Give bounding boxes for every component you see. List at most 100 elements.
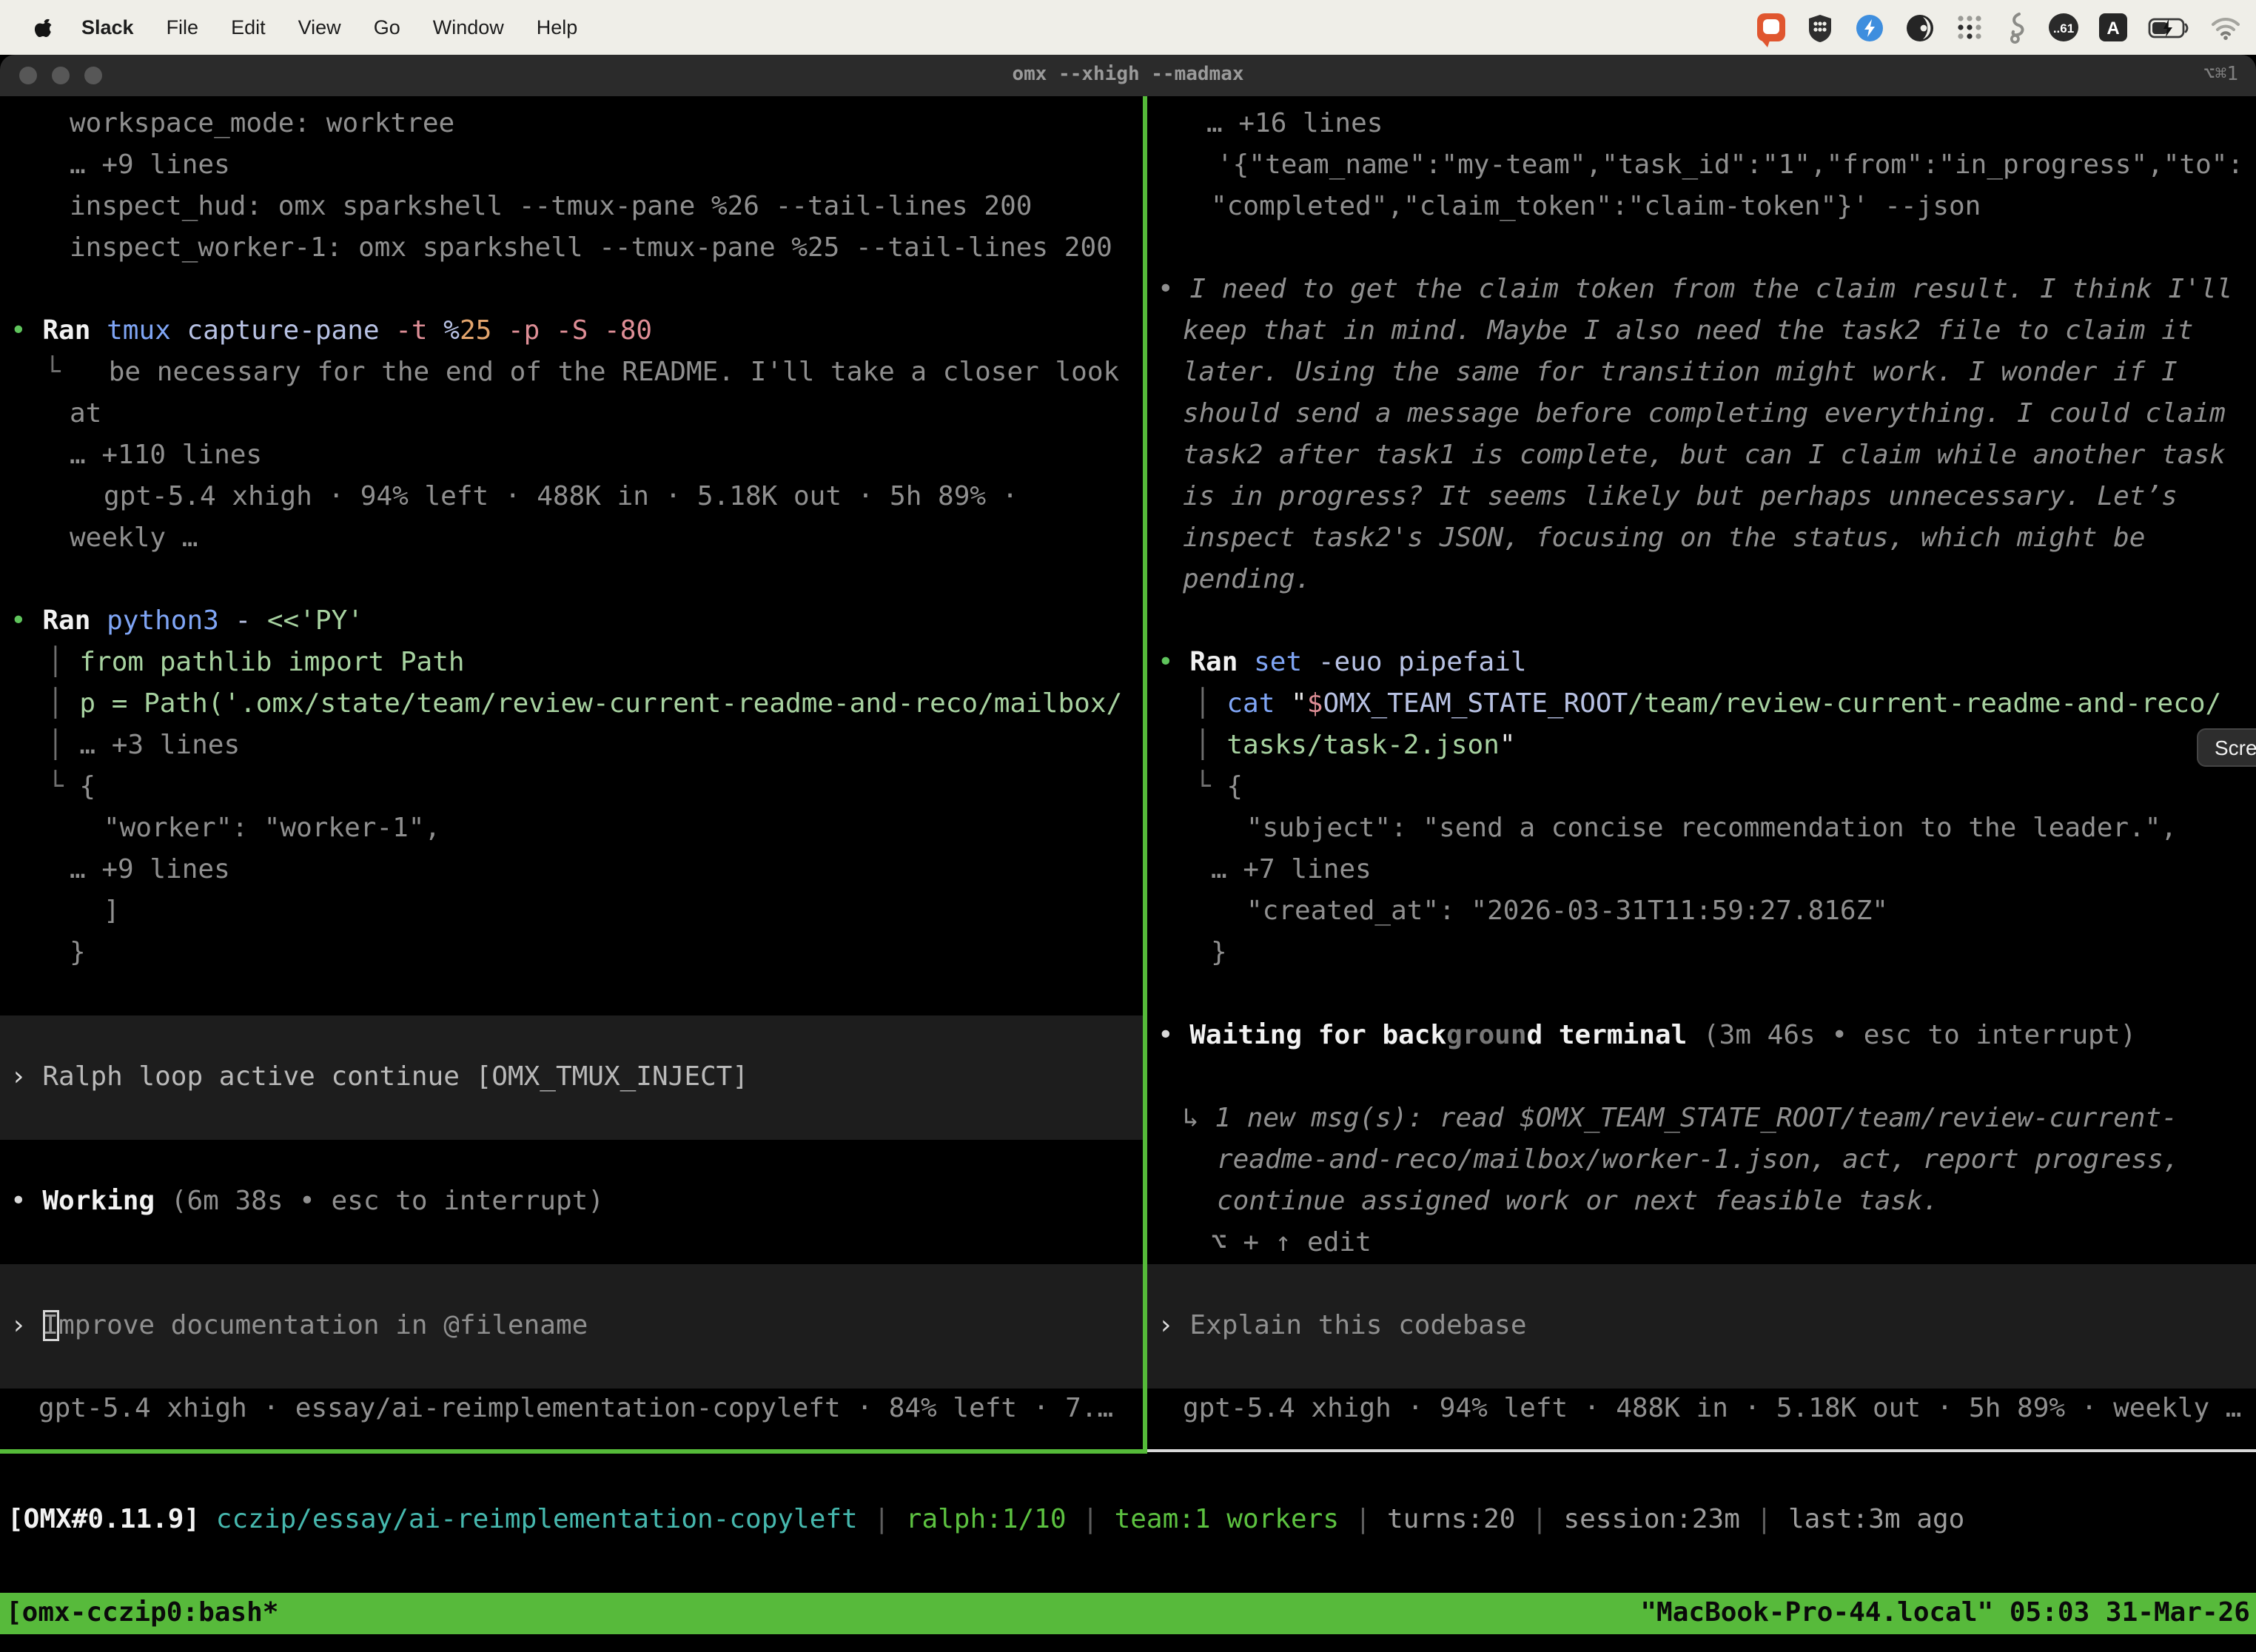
terminal-line: … +9 lines (0, 145, 1143, 187)
screen: Slack File Edit View Go Window Help (0, 0, 2256, 1652)
terminal-line (0, 1347, 1143, 1389)
terminal-line: … +7 lines (1147, 850, 2256, 891)
left-terminal-pane[interactable]: workspace_mode: worktree… +9 linesinspec… (0, 96, 1143, 1449)
terminal-line: … +16 lines (1147, 104, 2256, 145)
terminal-line: └ { (0, 767, 1143, 808)
terminal-line: workspace_mode: worktree (0, 104, 1143, 145)
prompt-input-line[interactable]: › Ralph loop active continue [OMX_TMUX_I… (0, 1057, 1143, 1098)
menu-item-window[interactable]: Window (433, 16, 504, 38)
right-pane-bottom-border (1147, 1449, 2256, 1452)
chat-app-icon[interactable] (1757, 13, 1785, 41)
active-app-menu[interactable]: Slack (81, 16, 134, 38)
terminal-line: │ cat "$OMX_TEAM_STATE_ROOT/team/review-… (1147, 684, 2256, 725)
terminal-line: • Ran set -euo pipefail (1147, 642, 2256, 684)
terminal-line: … +110 lines (0, 435, 1143, 477)
menu-item-help[interactable]: Help (537, 16, 578, 38)
input-source-icon[interactable]: A (2099, 13, 2127, 41)
terminal-line: gpt-5.4 xhigh · 94% left · 488K in · 5.1… (0, 477, 1143, 518)
terminal-line: • Ran tmux capture-pane -t %25 -p -S -80 (0, 311, 1143, 352)
terminal-line: gpt-5.4 xhigh · essay/ai-reimplementatio… (0, 1389, 1143, 1430)
terminal-line: at (0, 394, 1143, 435)
terminal-line: • Ran python3 - <<'PY' (0, 601, 1143, 642)
terminal-line: ] (0, 891, 1143, 933)
terminal-line (0, 1098, 1143, 1140)
terminal-line: • Working (6m 38s • esc to interrupt) (0, 1181, 1143, 1223)
terminal-line: • I need to get the claim token from the… (1147, 269, 2256, 311)
terminal-line: later. Using the same for transition mig… (1147, 352, 2256, 394)
menu-item-go[interactable]: Go (374, 16, 400, 38)
blue-bolt-icon[interactable] (1855, 13, 1884, 42)
terminal-line: │ … +3 lines (0, 725, 1143, 767)
terminal-line: } (1147, 933, 2256, 974)
menu-item-file[interactable]: File (167, 16, 199, 38)
terminal-line (1147, 974, 2256, 1015)
terminal-line: "worker": "worker-1", (0, 808, 1143, 850)
terminal-line: } (0, 933, 1143, 974)
terminal-line: "completed","claim_token":"claim-token"}… (1147, 187, 2256, 228)
terminal-line (1147, 1057, 2256, 1098)
menu-item-edit[interactable]: Edit (231, 16, 266, 38)
terminal-line: ↳ 1 new msg(s): read $OMX_TEAM_STATE_ROO… (1147, 1098, 2256, 1140)
terminal-line: │ from pathlib import Path (0, 642, 1143, 684)
crescent-app-icon[interactable] (1905, 13, 1935, 42)
menu-items: File Edit View Go Window Help (134, 16, 578, 38)
terminal-line: pending. (1147, 560, 2256, 601)
right-terminal-pane[interactable]: … +16 lines'{"team_name":"my-team","task… (1147, 96, 2256, 1449)
terminal-line: └ { (1147, 767, 2256, 808)
terminal-line (0, 1140, 1143, 1181)
shield-grid-icon[interactable] (1806, 13, 1834, 42)
terminal-line (0, 1264, 1143, 1306)
window-shortcut-label: ⌥⌘1 (2203, 55, 2238, 96)
terminal-line: ⌥ + ↑ edit (1147, 1223, 2256, 1264)
menu-bar-status-icons: ..61 A (1757, 11, 2241, 44)
terminal-line: weekly … (0, 518, 1143, 560)
omx-status-line: [OMX#0.11.9] cczip/essay/ai-reimplementa… (7, 1500, 1964, 1541)
prompt-input-line[interactable]: › Improve documentation in @filename (0, 1306, 1143, 1347)
wifi-icon[interactable] (2210, 16, 2241, 39)
terminal-line: should send a message before completing … (1147, 394, 2256, 435)
terminal-line (0, 560, 1143, 601)
terminal-line: is in progress? It seems likely but perh… (1147, 477, 2256, 518)
tmux-host-clock-label: "MacBook-Pro-44.local" 05:03 31-Mar-26 (1640, 1593, 2250, 1634)
terminal-line: └ be necessary for the end of the README… (0, 352, 1143, 394)
terminal-line: inspect_hud: omx sparkshell --tmux-pane … (0, 187, 1143, 228)
terminal-line (1147, 228, 2256, 269)
terminal-line: '{"team_name":"my-team","task_id":"1","f… (1147, 145, 2256, 187)
squiggle-icon[interactable] (2004, 11, 2028, 44)
terminal-line: • Waiting for background terminal (3m 46… (1147, 1015, 2256, 1057)
terminal-line (1147, 601, 2256, 642)
terminal-line: gpt-5.4 xhigh · 94% left · 488K in · 5.1… (1147, 1389, 2256, 1430)
terminal-line: inspect_worker-1: omx sparkshell --tmux-… (0, 228, 1143, 269)
terminal-line: readme-and-reco/mailbox/worker-1.json, a… (1147, 1140, 2256, 1181)
apple-menu-icon[interactable] (33, 14, 55, 41)
battery-charging-icon[interactable] (2148, 17, 2189, 38)
terminal-line (0, 269, 1143, 311)
terminal-line (0, 1015, 1143, 1057)
terminal-line (1147, 1264, 2256, 1306)
terminal-line (0, 1223, 1143, 1264)
dots-grid-icon[interactable] (1955, 13, 1984, 41)
prompt-input-line[interactable]: › Explain this codebase (1147, 1306, 2256, 1347)
terminal-line: inspect task2's JSON, focusing on the st… (1147, 518, 2256, 560)
terminal-line: │ tasks/task-2.json" (1147, 725, 2256, 767)
menu-item-view[interactable]: View (298, 16, 341, 38)
badge-61-icon[interactable]: ..61 (2049, 13, 2078, 41)
terminal-line: "subject": "send a concise recommendatio… (1147, 808, 2256, 850)
terminal-line (1147, 1347, 2256, 1389)
menu-bar: Slack File Edit View Go Window Help (0, 0, 2256, 55)
terminal-line: keep that in mind. Maybe I also need the… (1147, 311, 2256, 352)
left-pane-bottom-border (0, 1449, 1143, 1454)
window-title: omx --xhigh --madmax (0, 55, 2256, 96)
terminal-line: task2 after task1 is complete, but can I… (1147, 435, 2256, 477)
screen-tooltip: Scre (2197, 728, 2256, 767)
terminal-line (0, 974, 1143, 1015)
terminal-line: … +9 lines (0, 850, 1143, 891)
terminal-window: omx --xhigh --madmax ⌥⌘1 workspace_mode:… (0, 55, 2256, 1652)
terminal-line: │ p = Path('.omx/state/team/review-curre… (0, 684, 1143, 725)
terminal-line: "created_at": "2026-03-31T11:59:27.816Z" (1147, 891, 2256, 933)
window-titlebar[interactable]: omx --xhigh --madmax ⌥⌘1 (0, 55, 2256, 98)
terminal-content: workspace_mode: worktree… +9 linesinspec… (0, 96, 2256, 1652)
tmux-status-bar: [omx-cczip0:bash* "MacBook-Pro-44.local"… (0, 1593, 2256, 1634)
terminal-line: continue assigned work or next feasible … (1147, 1181, 2256, 1223)
tmux-session-label: [omx-cczip0:bash* (6, 1593, 278, 1634)
